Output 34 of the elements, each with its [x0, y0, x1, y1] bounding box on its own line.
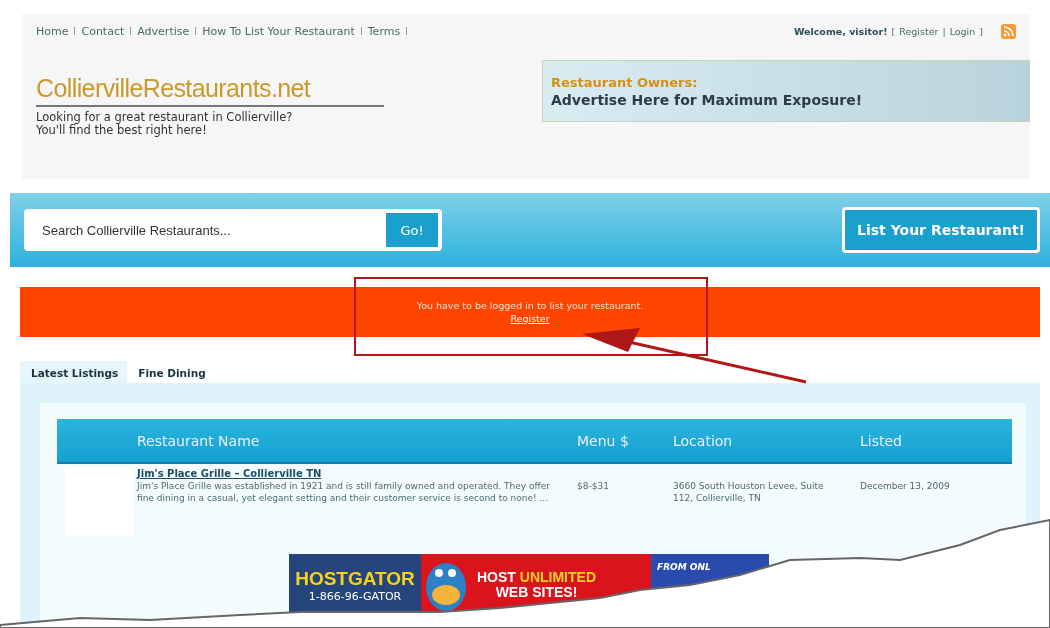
search-field[interactable]: Search Collierville Restaurants... Go!: [24, 209, 442, 251]
column-header: Location: [673, 432, 734, 449]
alert-message: You have to be logged in to list your restaurant.: [416, 299, 644, 312]
bracket-text: [: [891, 25, 896, 37]
welcome-text: Welcome, visitor!: [793, 25, 888, 37]
go-button[interactable]: Go!: [386, 213, 438, 247]
list-restaurant-button[interactable]: List Your Restaurant!: [842, 207, 1040, 253]
nav-link[interactable]: Terms: [367, 24, 401, 38]
rss-icon[interactable]: [1001, 23, 1016, 39]
nav-link[interactable]: Advertise: [137, 24, 190, 38]
nav-link[interactable]: How To List Your Restaurant: [202, 24, 355, 38]
banner-phone: 1-866-96-GATOR: [308, 589, 402, 603]
column-header: Listed: [860, 432, 903, 449]
restaurant-description: Jim's Place Grille was established in 1921 and is still family owned and operated. They offer fine dining in a casual, yet elegant setting and their customer service is second to none! ...: [137, 480, 551, 504]
banner-brand: HOSTGATOR: [295, 567, 415, 590]
register-link[interactable]: Register: [510, 312, 550, 325]
register-link[interactable]: Register: [899, 25, 939, 37]
column-header: Menu $: [577, 432, 630, 449]
column-header: Restaurant Name: [137, 432, 261, 449]
advertise-banner[interactable]: Restaurant Owners: Advertise Here for Maximum Exposure!: [542, 60, 1030, 122]
table-cell-text: December 13, 2009: [860, 480, 951, 493]
tab[interactable]: Latest Listings: [20, 361, 128, 383]
nav-link[interactable]: Home: [36, 24, 69, 38]
bracket-text: ]: [979, 25, 983, 37]
table-cell-text: 3660 South Houston Levee, Suite 112, Collierville, TN: [673, 480, 825, 505]
nav-link[interactable]: Contact: [81, 24, 125, 38]
banner-offer: FROM ONL: [657, 562, 711, 572]
banner-headline: HOST UNLIMITED WEB SITES!: [477, 570, 596, 600]
tab[interactable]: Fine Dining: [127, 361, 215, 383]
tagline: Looking for a great restaurant in Collierville? You'll find the best right here!: [36, 111, 294, 137]
separator-text: |: [942, 25, 946, 37]
restaurant-link[interactable]: Jim's Place Grille – Collierville TN: [137, 468, 557, 480]
table-cell-text: $8-$31: [577, 480, 610, 493]
login-link[interactable]: Login: [949, 25, 976, 37]
